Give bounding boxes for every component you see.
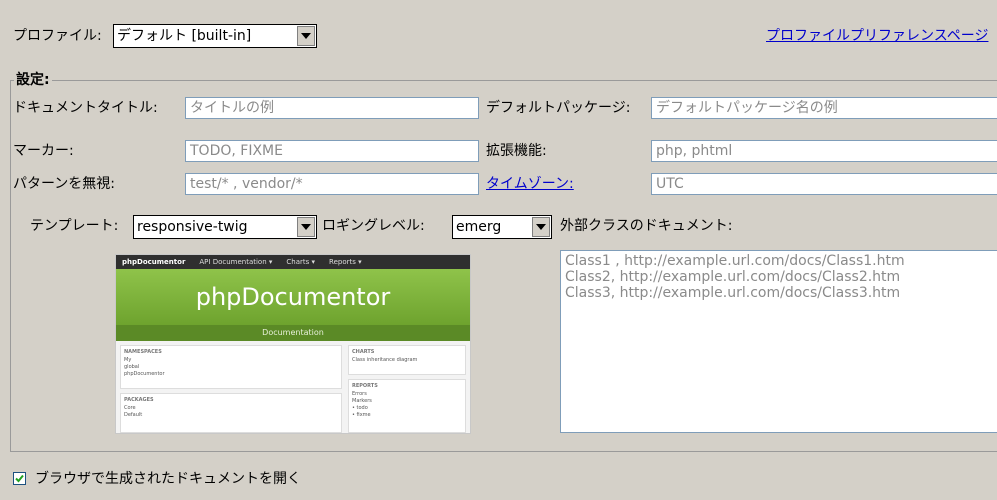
ignore-pattern-label: パターンを無視: <box>13 176 116 192</box>
preview-namespaces-title: NAMESPACES <box>124 349 162 355</box>
preview-body: NAMESPACES My global phpDocumentor PACKA… <box>116 341 470 433</box>
extensions-label: 拡張機能: <box>486 143 547 159</box>
preview-namespace-item: global <box>124 364 140 370</box>
external-docs-label: 外部クラスのドキュメント: <box>560 218 733 234</box>
profile-select[interactable]: デフォルト [built-in] <box>113 24 317 48</box>
profile-label: プロファイル: <box>13 28 102 44</box>
preview-namespace-item: phpDocumentor <box>124 371 165 377</box>
preview-package-item: Core <box>124 405 136 411</box>
doc-title-label: ドキュメントタイトル: <box>13 100 158 116</box>
preview-report-item: Markers <box>352 398 372 404</box>
chevron-down-icon[interactable] <box>532 217 550 237</box>
profile-preferences-link[interactable]: プロファイルプリファレンスページ <box>766 26 988 46</box>
template-select[interactable]: responsive-twig <box>133 215 317 239</box>
preview-report-item: • todo <box>352 405 368 411</box>
marker-field[interactable]: TODO, FIXME <box>185 140 479 162</box>
preview-nav-brand: phpDocumentor <box>122 258 186 266</box>
preview-hero-title: phpDocumentor <box>116 269 470 325</box>
preview-report-item: • fixme <box>352 412 371 418</box>
preview-report-item: Errors <box>352 391 367 397</box>
preview-navbar: phpDocumentor API Documentation ▾ Charts… <box>116 255 470 269</box>
template-label: テンプレート: <box>30 218 119 234</box>
doc-title-field[interactable]: タイトルの例 <box>185 97 479 119</box>
preview-nav-item: Reports ▾ <box>329 258 362 266</box>
preview-hero-subtitle: Documentation <box>116 325 470 341</box>
open-browser-label: ブラウザで生成されたドキュメントを開く <box>35 471 301 487</box>
template-preview-image: phpDocumentor API Documentation ▾ Charts… <box>115 254 471 434</box>
preview-reports-title: REPORTS <box>352 383 378 389</box>
checkmark-icon <box>15 474 24 483</box>
timezone-field[interactable]: UTC <box>651 173 997 195</box>
default-package-field[interactable]: デフォルトパッケージ名の例 <box>651 97 997 119</box>
open-browser-checkbox[interactable] <box>13 472 26 485</box>
logging-level-value: emerg <box>456 219 502 235</box>
preview-package-item: Default <box>124 412 143 418</box>
external-docs-textarea[interactable] <box>560 250 997 433</box>
chevron-down-icon[interactable] <box>297 217 315 237</box>
ignore-pattern-field[interactable]: test/* , vendor/* <box>185 173 479 195</box>
extensions-field[interactable]: php, phtml <box>651 140 997 162</box>
preview-charts-title: CHARTS <box>352 349 375 355</box>
timezone-link[interactable]: タイムゾーン: <box>486 174 574 194</box>
logging-level-select[interactable]: emerg <box>452 215 552 239</box>
logging-level-label: ロギングレベル: <box>322 218 425 234</box>
preview-reports-panel: REPORTS Errors Markers • todo • fixme <box>348 379 466 433</box>
preview-charts-panel: CHARTS Class inheritance diagram <box>348 345 466 375</box>
default-package-label: デフォルトパッケージ: <box>486 100 631 116</box>
chevron-down-icon[interactable] <box>297 26 315 46</box>
preview-chart-item: Class inheritance diagram <box>352 357 418 363</box>
preview-namespaces-panel: NAMESPACES My global phpDocumentor <box>120 345 342 389</box>
preview-namespace-item: My <box>124 357 132 363</box>
profile-select-value: デフォルト [built-in] <box>117 28 252 44</box>
preview-nav-item: Charts ▾ <box>286 258 316 266</box>
settings-group-title: 設定: <box>14 71 52 89</box>
preview-nav-item: API Documentation ▾ <box>199 258 273 266</box>
preview-packages-panel: PACKAGES Core Default <box>120 393 342 433</box>
preview-packages-title: PACKAGES <box>124 397 154 403</box>
template-select-value: responsive-twig <box>137 219 248 235</box>
marker-label: マーカー: <box>13 143 74 159</box>
